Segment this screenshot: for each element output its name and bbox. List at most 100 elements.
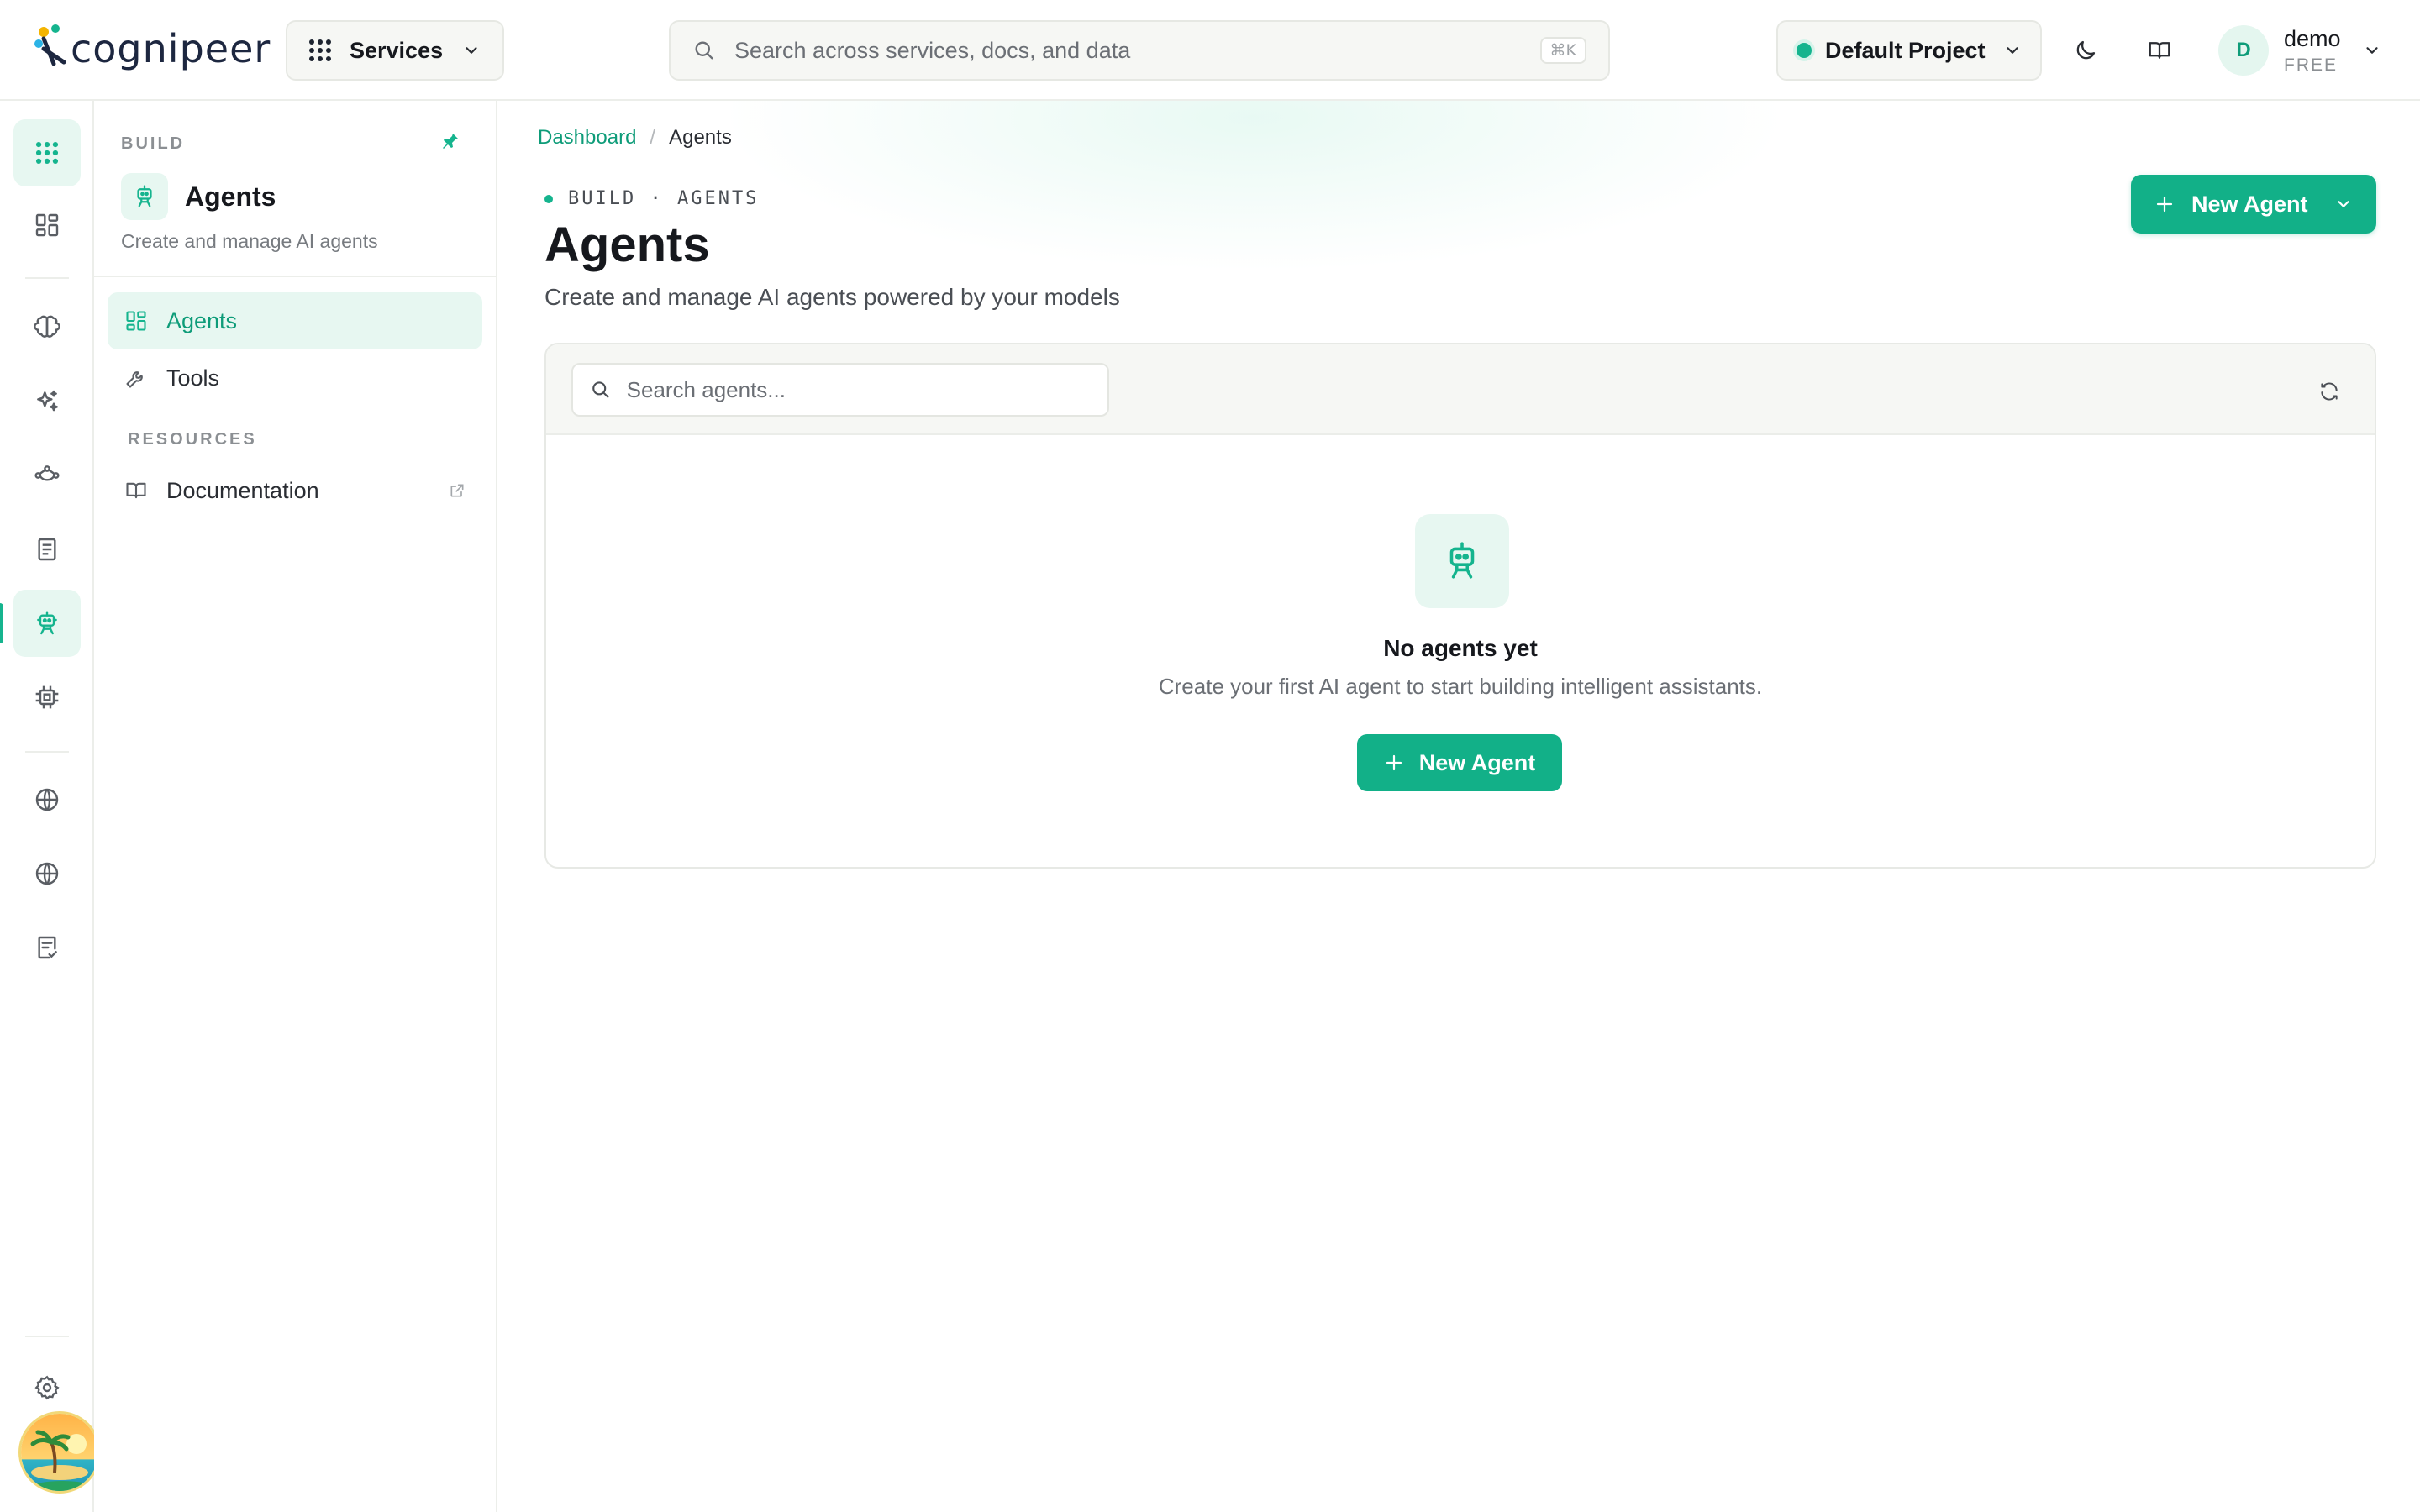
rail-divider [25,751,69,753]
breadcrumb-separator: / [650,126,656,149]
notebook-icon [38,538,56,561]
breadcrumb-dashboard[interactable]: Dashboard [538,126,636,150]
rail-evaluations[interactable] [13,914,81,981]
empty-state-icon-wrap [1415,514,1509,608]
refresh-button[interactable] [2312,375,2346,408]
rail-divider [25,1336,69,1337]
rail-web[interactable] [13,766,81,833]
empty-state: No agents yet Create your first AI agent… [546,435,2375,867]
rail-agents[interactable] [13,590,81,657]
project-selector[interactable]: Default Project [1776,20,2042,81]
new-agent-label: New Agent [2191,191,2308,217]
page-subtitle: Create and manage AI agents powered by y… [544,284,1120,310]
rail-settings[interactable] [13,1354,81,1421]
rail-flows[interactable] [13,442,81,509]
plus-icon [2156,196,2173,213]
global-search-input[interactable]: Search across services, docs, and data ⌘… [669,20,1610,81]
icon-rail [0,101,94,1512]
services-menu-button[interactable]: Services [286,20,504,81]
resources-caption: RESOURCES [128,430,257,449]
book-open-icon [2149,42,2170,59]
chevron-down-icon [2007,47,2018,54]
user-avatar: D [2218,25,2269,76]
gear-icon [34,1375,60,1400]
moon-icon [2076,40,2096,60]
services-label: Services [350,37,444,63]
breadcrumb-current: Agents [669,126,732,149]
brain-icon [34,315,60,338]
empty-new-agent-button[interactable]: New Agent [1357,734,1562,791]
logo-mark-icon [34,24,66,66]
rail-ai[interactable] [13,368,81,435]
sidebar-section-caption: BUILD [121,134,186,153]
user-menu[interactable]: D demo FREE [2218,20,2381,81]
globe-icon [35,862,59,885]
section-sidebar: BUILD Agents Create and manage AI agents… [94,101,497,1512]
workspace-avatar[interactable] [18,1411,101,1494]
empty-new-agent-label: New Agent [1418,749,1536,775]
rail-models[interactable] [13,294,81,361]
main-content: Dashboard / Agents BUILD · AGENTS Agents… [497,101,2420,1512]
sidebar-header: Agents [121,173,276,220]
checklist-icon [38,936,57,959]
agents-search-input[interactable] [626,376,1091,403]
chevron-down-icon [2338,201,2349,207]
agents-panel-toolbar [546,344,2375,435]
chevron-down-icon [2365,47,2378,54]
breadcrumb: Dashboard / Agents [538,126,732,150]
sidebar-item-agents[interactable]: Agents [108,292,482,349]
sidebar-item-tools[interactable]: Tools [108,349,482,407]
refresh-icon [2321,382,2338,401]
wrench-icon [126,371,143,388]
sparkles-icon [37,390,58,412]
user-name: demo [2284,25,2341,51]
dashboard-icon [35,213,59,237]
page-title: Agents [544,218,710,272]
brand-logo[interactable]: cognipeer [32,22,271,76]
theme-toggle-button[interactable] [2064,29,2107,72]
rail-dashboard[interactable] [13,192,81,259]
empty-state-subtitle: Create your first AI agent to start buil… [1158,674,1763,699]
search-icon [695,41,713,60]
rail-divider [25,277,69,279]
empty-state-title: No agents yet [1383,635,1538,661]
rail-apps[interactable] [13,119,81,186]
agents-panel: No agents yet Create your first AI agent… [544,343,2376,869]
eyebrow-dot [544,194,553,203]
rail-compute[interactable] [13,664,81,731]
eyebrow-text: BUILD · AGENTS [568,188,760,209]
pin-sidebar-button[interactable] [440,131,460,155]
flow-icon [34,465,60,481]
new-agent-button[interactable]: New Agent [2131,175,2376,234]
agents-search-field[interactable] [571,363,1109,417]
global-search-placeholder: Search across services, docs, and data [734,37,1131,63]
sidebar-item-documentation[interactable]: Documentation [108,462,482,519]
sidebar-item-label: Agents [166,307,238,333]
rail-knowledge[interactable] [13,516,81,583]
robot-icon [137,185,152,207]
globe-icon [35,788,59,811]
external-link-icon [450,484,464,497]
robot-icon [1449,542,1475,579]
sidebar-item-label: Tools [166,365,220,391]
user-plan: FREE [2284,55,2338,75]
book-icon [126,482,146,499]
docs-button[interactable] [2138,29,2181,72]
search-icon [592,381,609,398]
sidebar-header-icon-wrap [121,173,168,220]
project-label: Default Project [1825,37,1986,63]
sidebar-divider [94,276,496,277]
chip-icon [35,685,59,709]
project-status-dot [1797,43,1812,58]
brand-name: cognipeer [71,26,271,71]
top-bar: cognipeer Services Search across service… [0,0,2420,101]
apps-grid-icon [309,39,331,61]
robot-icon [37,611,57,635]
grid-icon [126,311,146,331]
page-eyebrow: BUILD · AGENTS [544,188,759,209]
rail-domains[interactable] [13,840,81,907]
pin-icon [443,134,458,149]
sidebar-subtitle: Create and manage AI agents [121,230,378,252]
plus-icon [1386,754,1402,771]
sidebar-title: Agents [185,181,276,212]
